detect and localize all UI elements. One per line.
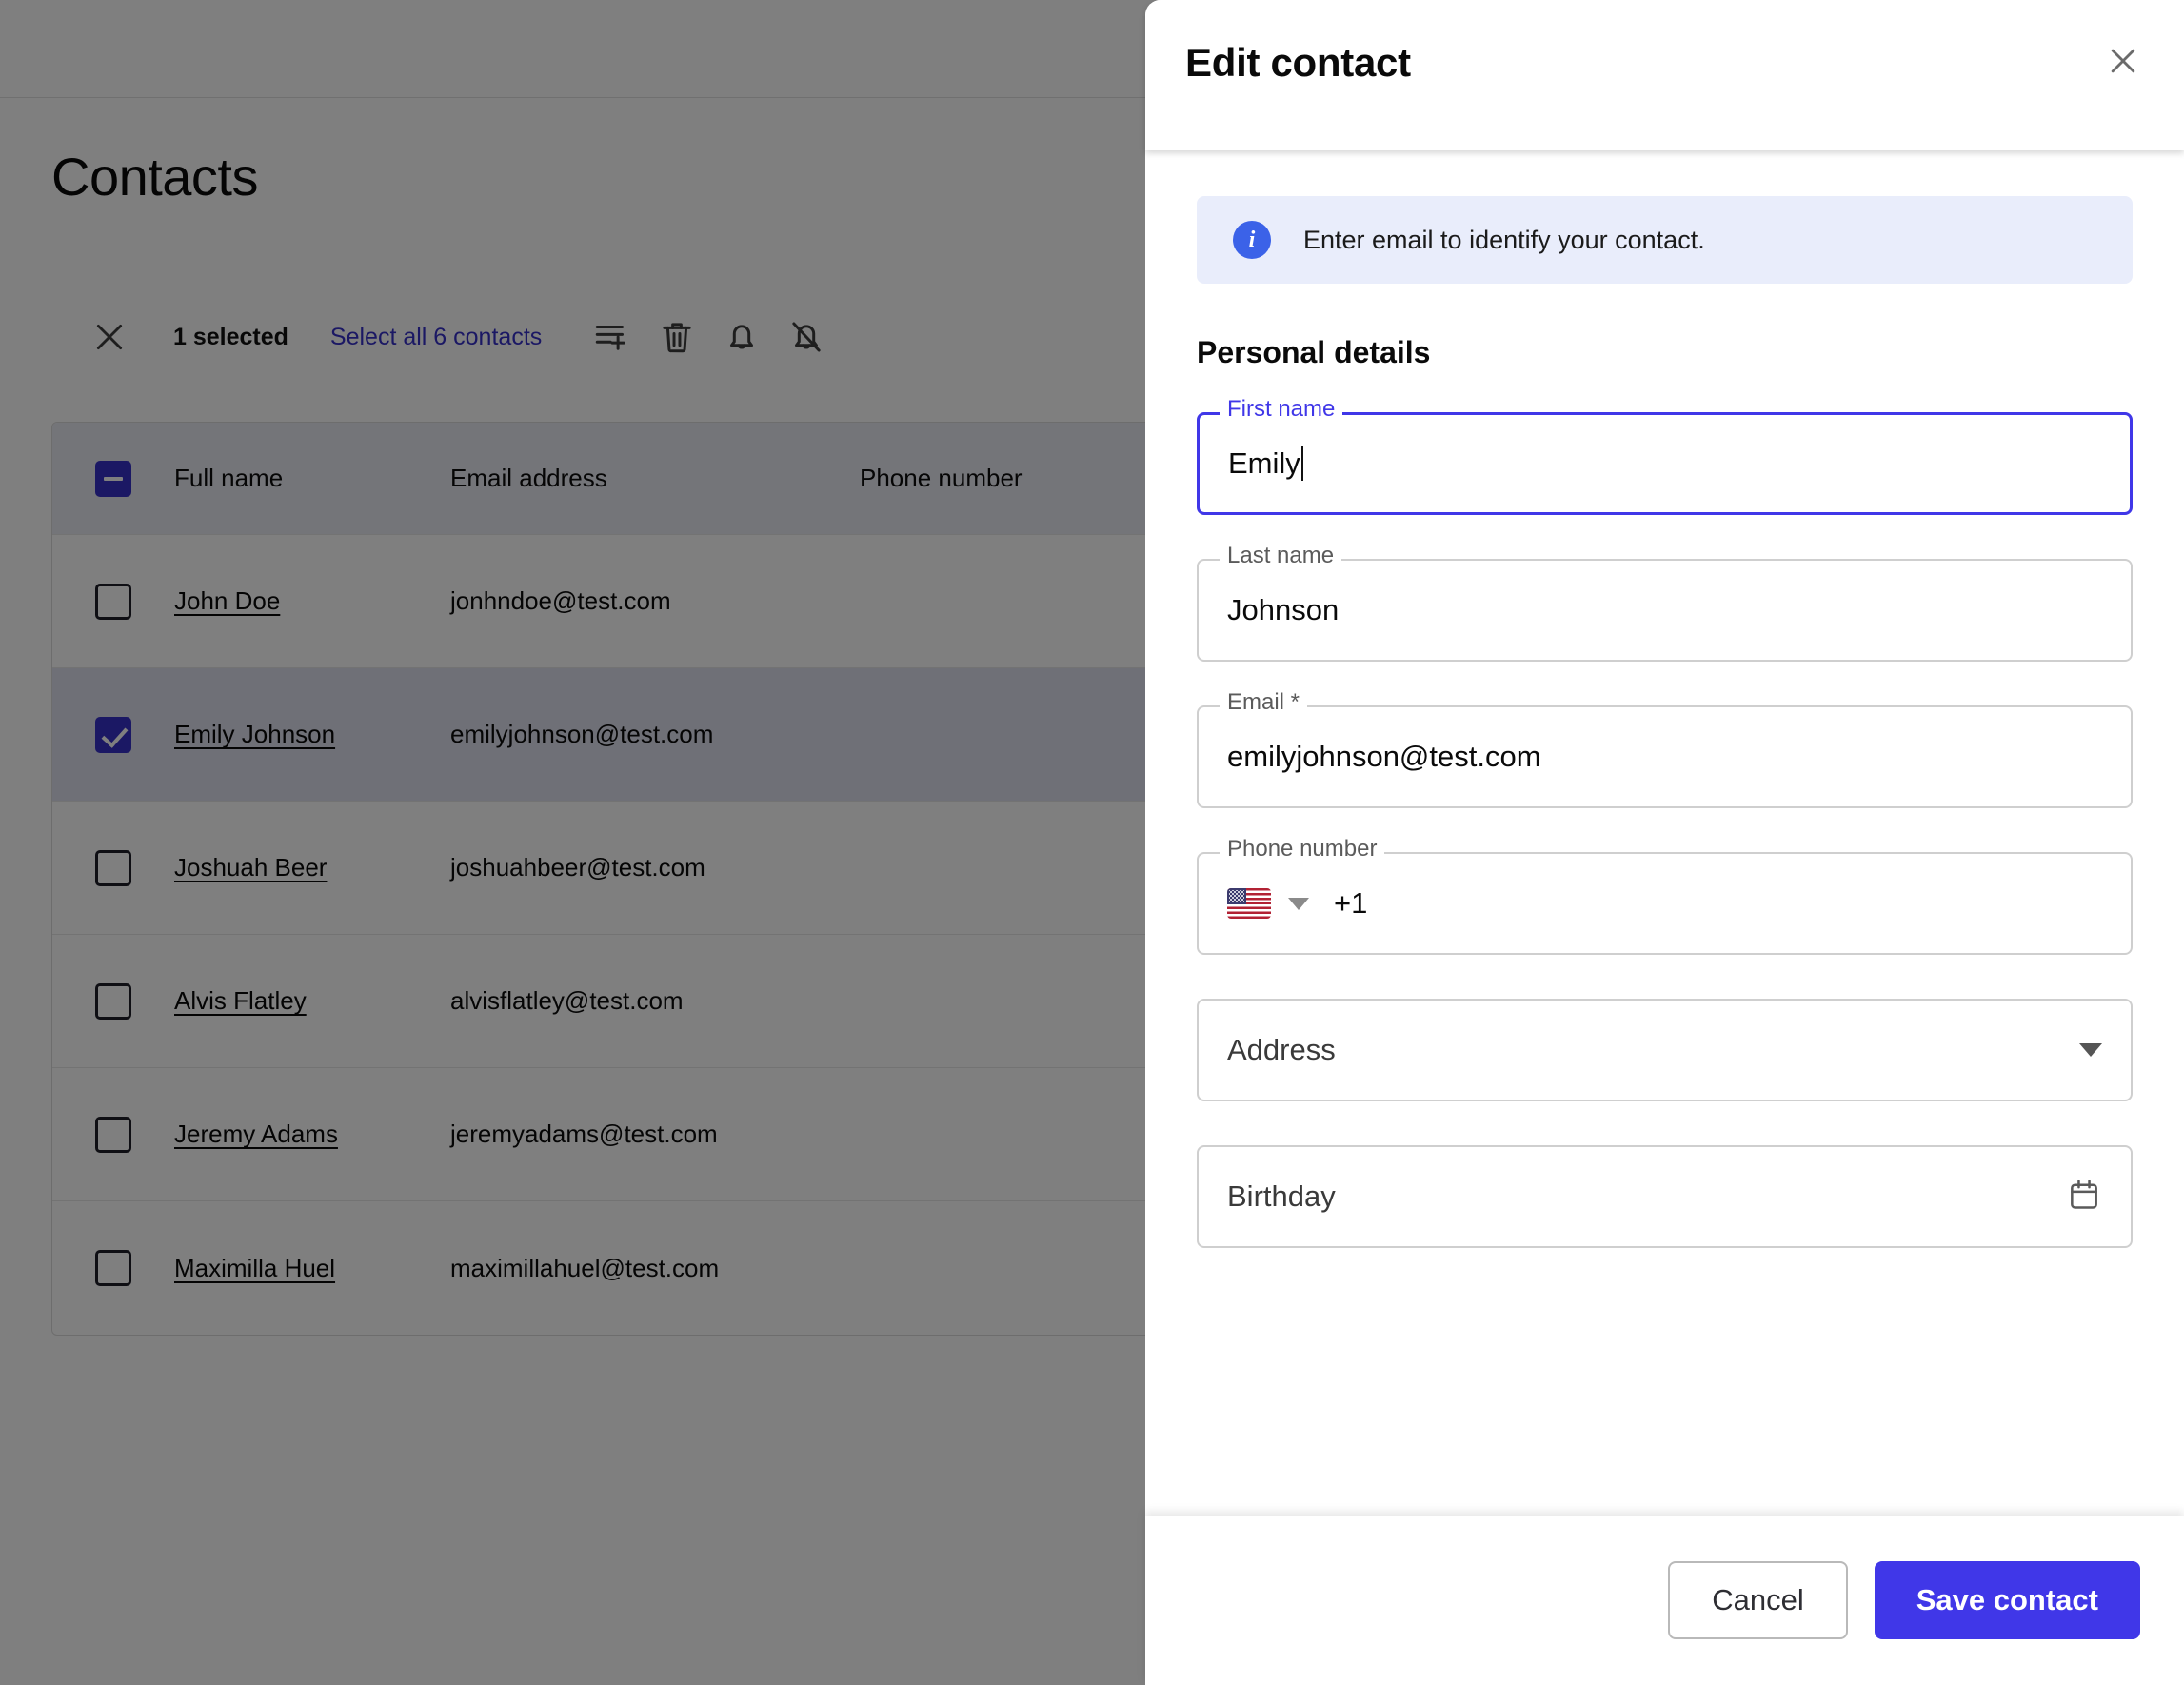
first-name-label: First name: [1220, 398, 1343, 421]
dialog-header: Edit contact: [1145, 0, 2184, 150]
phone-number-field[interactable]: Phone number +1: [1197, 838, 2133, 955]
chevron-down-icon[interactable]: [2079, 1043, 2102, 1057]
last-name-input[interactable]: Johnson: [1197, 559, 2133, 662]
dialog-body: i Enter email to identify your contact. …: [1145, 150, 2184, 1516]
first-name-field[interactable]: First name Emily: [1197, 398, 2133, 515]
address-adornment: [2079, 1043, 2102, 1057]
info-banner-text: Enter email to identify your contact.: [1303, 225, 1705, 254]
address-select[interactable]: Address: [1197, 999, 2133, 1101]
phone-number-label: Phone number: [1220, 838, 1385, 861]
cancel-button[interactable]: Cancel: [1668, 1561, 1848, 1639]
birthday-input[interactable]: Birthday: [1197, 1145, 2133, 1248]
edit-contact-dialog: Edit contact i Enter email to identify y…: [1145, 0, 2184, 1685]
us-flag-icon[interactable]: [1227, 888, 1271, 919]
email-value: emilyjohnson@test.com: [1227, 740, 1541, 773]
dialog-footer: Cancel Save contact: [1145, 1516, 2184, 1685]
birthday-adornment: [2066, 1177, 2102, 1218]
calendar-icon[interactable]: [2066, 1177, 2102, 1218]
address-placeholder: Address: [1227, 1033, 1336, 1066]
address-field[interactable]: Address: [1197, 999, 2133, 1101]
first-name-input[interactable]: Emily: [1197, 412, 2133, 515]
text-cursor: [1300, 446, 1303, 481]
info-banner: i Enter email to identify your contact.: [1197, 196, 2133, 284]
chevron-down-icon[interactable]: [1288, 897, 1309, 910]
email-input[interactable]: emilyjohnson@test.com: [1197, 705, 2133, 808]
section-title-personal-details: Personal details: [1197, 335, 1431, 369]
email-field[interactable]: Email * emilyjohnson@test.com: [1197, 691, 2133, 808]
phone-dial-code: +1: [1334, 886, 1368, 920]
last-name-field[interactable]: Last name Johnson: [1197, 545, 2133, 662]
birthday-placeholder: Birthday: [1227, 1180, 1336, 1213]
first-name-value: Emily: [1228, 446, 1300, 480]
birthday-field[interactable]: Birthday: [1197, 1145, 2133, 1248]
phone-number-input[interactable]: +1: [1197, 852, 2133, 955]
info-icon: i: [1233, 221, 1271, 259]
last-name-label: Last name: [1220, 545, 1342, 567]
dialog-title: Edit contact: [1185, 40, 1411, 85]
email-label: Email *: [1220, 691, 1308, 714]
save-contact-button[interactable]: Save contact: [1874, 1561, 2140, 1639]
close-icon[interactable]: [2096, 34, 2150, 88]
last-name-value: Johnson: [1227, 593, 1340, 626]
